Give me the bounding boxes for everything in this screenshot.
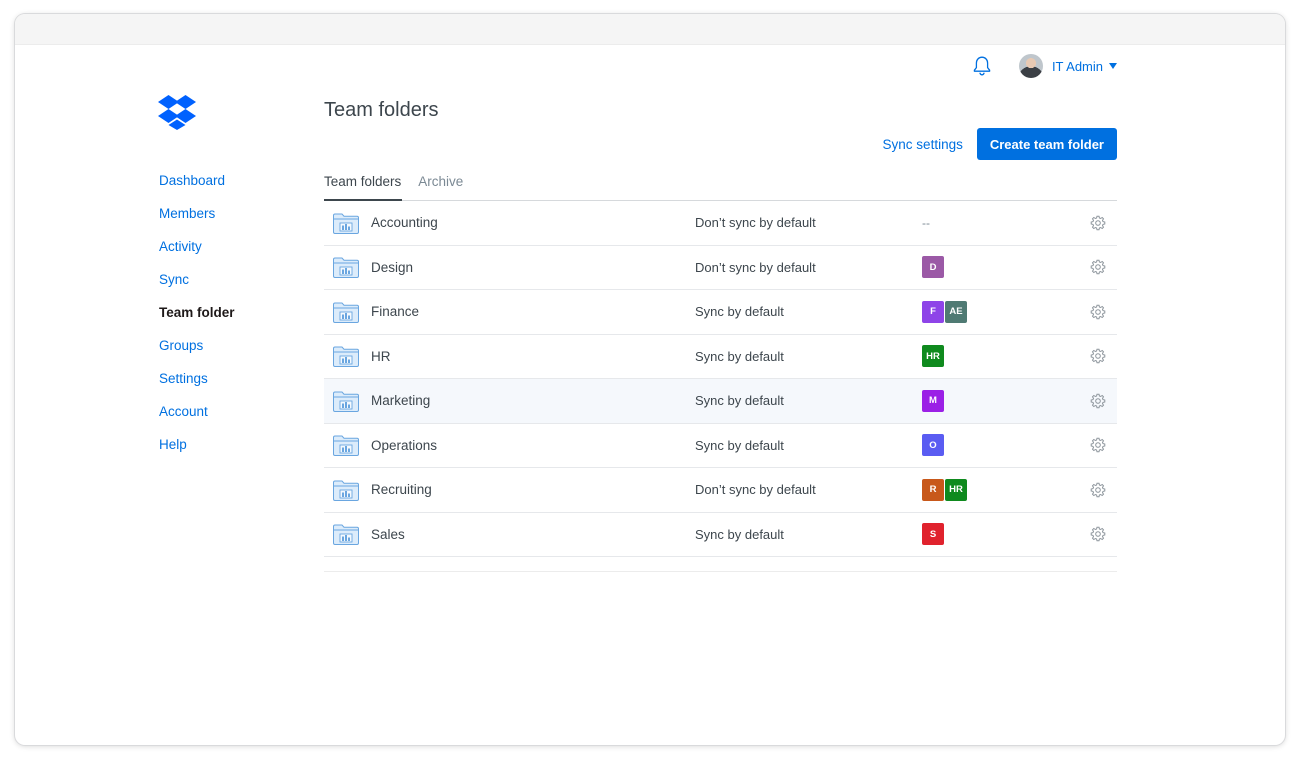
team-folder-icon (332, 300, 360, 324)
group-badges: O (922, 434, 1102, 457)
group-badges: D (922, 256, 1102, 279)
folder-row-design[interactable]: Design Don’t sync by default D (324, 246, 1117, 290)
group-badge[interactable]: HR (922, 345, 944, 368)
page-title: Team folders (324, 99, 439, 121)
gear-icon[interactable] (1090, 259, 1106, 275)
sync-status: Don’t sync by default (695, 482, 816, 498)
folder-name[interactable]: Finance (371, 304, 695, 319)
group-badges: M (922, 389, 1102, 412)
group-badge[interactable]: M (922, 389, 944, 412)
folder-row-marketing[interactable]: Marketing Sync by default M (324, 379, 1117, 424)
sync-status: Sync by default (695, 437, 784, 453)
group-badge[interactable]: HR (945, 478, 967, 501)
window-titlebar (15, 14, 1285, 45)
sidebar-item-team-folder[interactable]: Team folder (159, 304, 235, 337)
gear-icon[interactable] (1090, 393, 1106, 409)
team-folder-icon (332, 211, 360, 235)
sync-status: Sync by default (695, 304, 784, 320)
folder-row-recruiting[interactable]: Recruiting Don’t sync by default R HR (324, 468, 1117, 513)
sync-status: Sync by default (695, 348, 784, 364)
gear-icon[interactable] (1090, 348, 1106, 364)
group-badge[interactable]: F (922, 300, 944, 323)
gear-icon[interactable] (1090, 215, 1106, 231)
folder-row-hr[interactable]: HR Sync by default HR (324, 335, 1117, 379)
user-menu-name[interactable]: IT Admin (1052, 59, 1103, 74)
group-badges: F AE (922, 300, 1102, 323)
user-bar: IT Admin (972, 54, 1117, 78)
team-folder-icon (332, 389, 360, 413)
app-window: IT Admin Dashboard Members Activity Sync Tea… (15, 14, 1285, 745)
sync-status: Sync by default (695, 526, 784, 542)
group-badge[interactable]: O (922, 434, 944, 457)
list-end-divider (324, 571, 1117, 572)
chevron-down-icon[interactable] (1109, 63, 1117, 69)
group-badge[interactable]: D (922, 256, 944, 279)
folder-name[interactable]: Accounting (371, 215, 695, 230)
group-badge[interactable]: S (922, 523, 944, 546)
gear-icon[interactable] (1090, 304, 1106, 320)
group-badges: R HR (922, 478, 1102, 501)
tab-team-folders[interactable]: Team folders (324, 173, 403, 201)
sidebar-nav: Dashboard Members Activity Sync Team folder G… (159, 172, 235, 469)
folder-row-sales[interactable]: Sales Sync by default S (324, 513, 1117, 557)
group-badges: S (922, 523, 1102, 546)
sync-status: Don’t sync by default (695, 259, 816, 275)
folder-row-accounting[interactable]: Accounting Don’t sync by default -- (324, 201, 1117, 246)
gear-icon[interactable] (1090, 526, 1106, 542)
folder-name[interactable]: Operations (371, 438, 695, 453)
folder-name[interactable]: HR (371, 349, 695, 364)
team-folder-icon (332, 478, 360, 502)
dropbox-logo[interactable] (158, 94, 196, 130)
sidebar-item-settings[interactable]: Settings (159, 370, 235, 403)
gear-icon[interactable] (1090, 437, 1106, 453)
team-folder-icon (332, 344, 360, 368)
sync-settings-button[interactable]: Sync settings (883, 137, 963, 152)
bell-icon[interactable] (972, 55, 992, 77)
sidebar-item-account[interactable]: Account (159, 403, 235, 436)
sidebar-item-help[interactable]: Help (159, 436, 235, 469)
folder-row-finance[interactable]: Finance Sync by default F AE (324, 290, 1117, 335)
group-badges: -- (922, 216, 1102, 230)
header-actions: Sync settings Create team folder (883, 128, 1117, 160)
folder-row-operations[interactable]: Operations Sync by default O (324, 424, 1117, 468)
folder-name[interactable]: Design (371, 260, 695, 275)
create-team-folder-button[interactable]: Create team folder (976, 128, 1117, 160)
sync-status: Don’t sync by default (695, 215, 816, 231)
sidebar-item-members[interactable]: Members (159, 205, 235, 238)
tab-archive[interactable]: Archive (418, 173, 463, 200)
sidebar-item-sync[interactable]: Sync (159, 271, 235, 304)
tab-bar: Team folders Archive (324, 173, 1117, 201)
sync-status: Sync by default (695, 393, 784, 409)
folder-name[interactable]: Sales (371, 527, 695, 542)
main-content: Team folders Sync settings Create team f… (324, 99, 1117, 557)
team-folder-icon (332, 255, 360, 279)
folder-name[interactable]: Marketing (371, 393, 695, 408)
sidebar-item-dashboard[interactable]: Dashboard (159, 172, 235, 205)
group-badge[interactable]: R (922, 478, 944, 501)
group-badges: HR (922, 345, 1102, 368)
gear-icon[interactable] (1090, 482, 1106, 498)
team-folder-icon (332, 522, 360, 546)
sidebar-item-groups[interactable]: Groups (159, 337, 235, 370)
no-groups-placeholder: -- (922, 215, 930, 230)
folder-name[interactable]: Recruiting (371, 482, 695, 497)
group-badge[interactable]: AE (945, 300, 967, 323)
avatar[interactable] (1018, 54, 1043, 78)
sidebar-item-activity[interactable]: Activity (159, 238, 235, 271)
team-folder-icon (332, 433, 360, 457)
folder-list: Accounting Don’t sync by default -- Design D… (324, 201, 1117, 557)
